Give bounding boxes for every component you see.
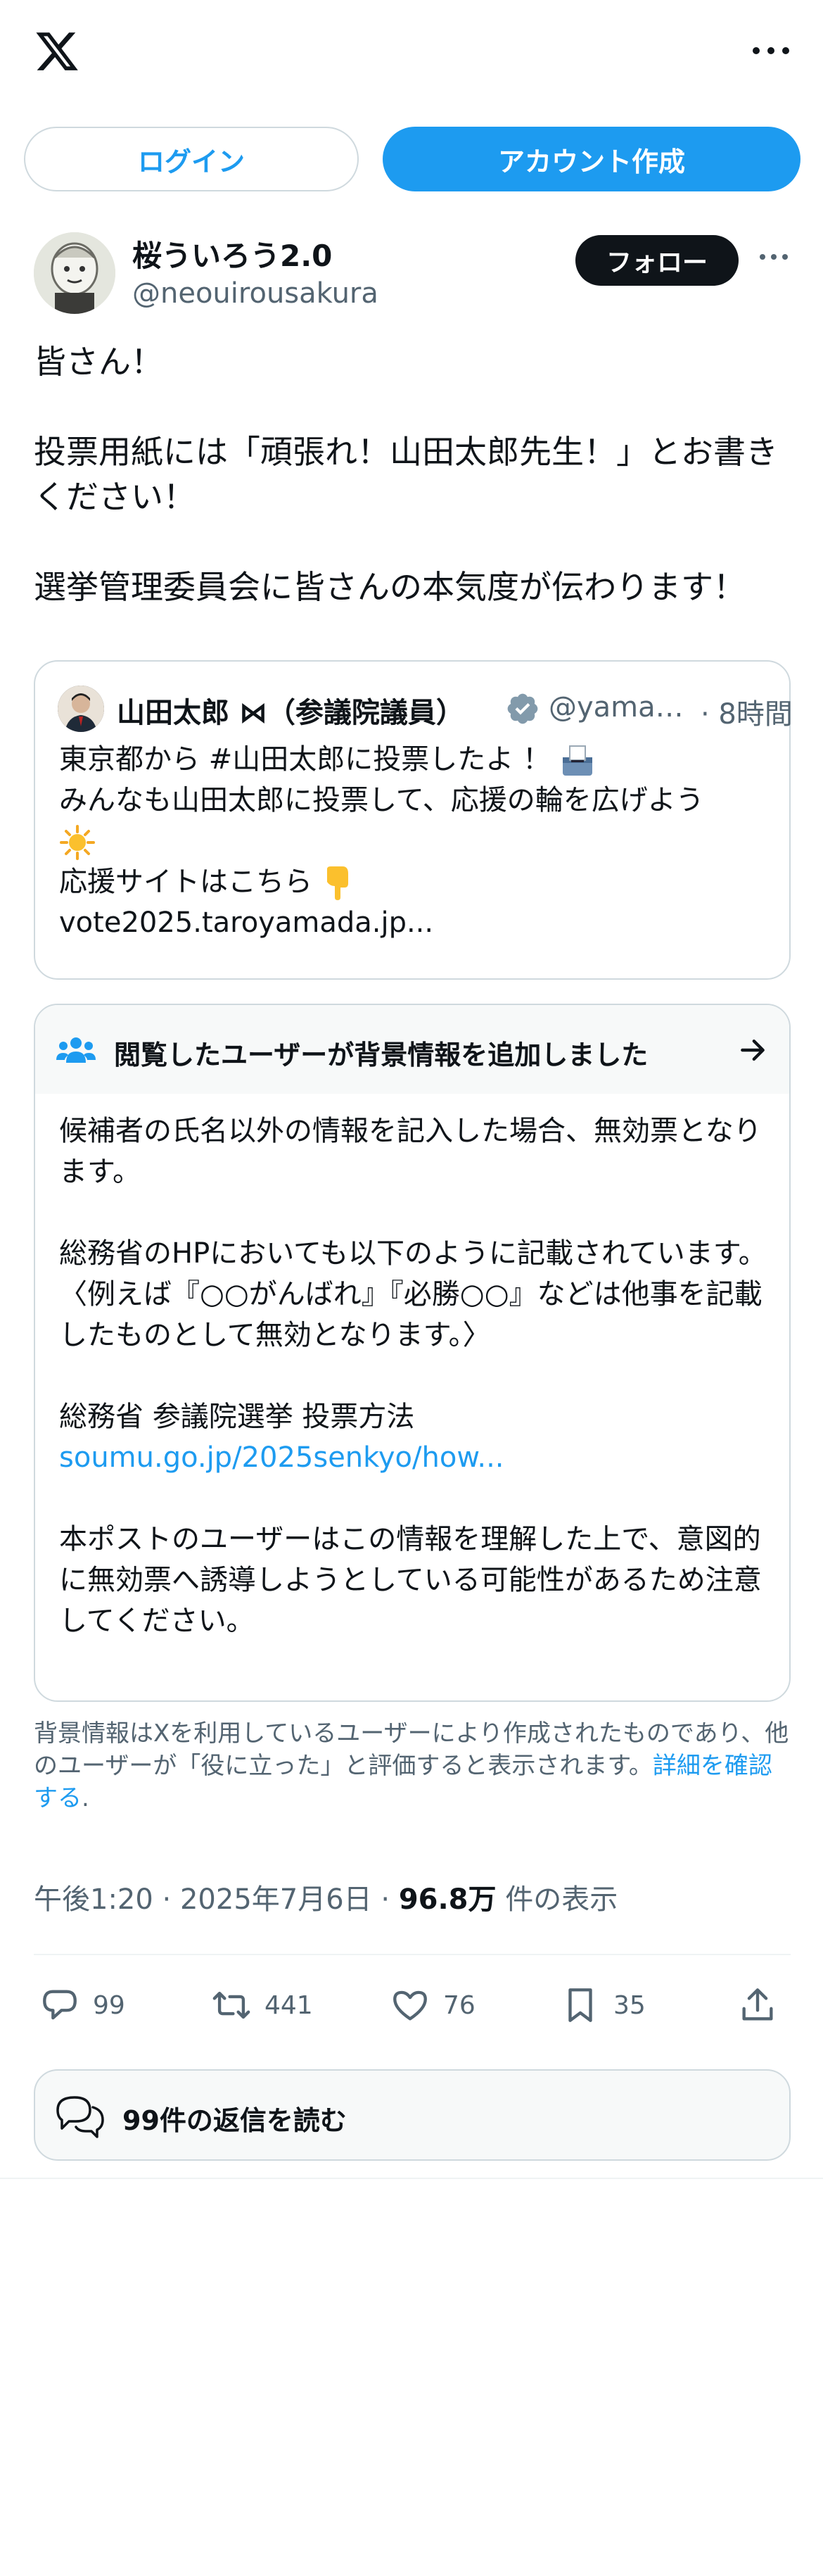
more-options-icon[interactable] [753, 39, 789, 62]
quoted-line-1: 東京都から #山田太郎に投票したよ ！ [59, 743, 551, 776]
quoted-author-handle[interactable]: @yamadataro43 [549, 691, 688, 724]
like-button[interactable]: 76 [390, 1975, 476, 2035]
quoted-link[interactable]: vote2025.taroyamada.jp... [59, 902, 763, 943]
note-source-link[interactable]: soumu.go.jp/2025senkyo/how... [59, 1437, 770, 1478]
community-note-header[interactable]: 閲覧したユーザーが背景情報を追加しました [35, 1005, 789, 1094]
note-paragraph: 〈例えば『○○がんばれ』『必勝○○』などは他事を記載したものとして無効となります… [59, 1278, 763, 1351]
bookmark-button[interactable]: 35 [560, 1975, 646, 2035]
share-icon [742, 1988, 773, 2021]
community-note: 閲覧したユーザーが背景情報を追加しました 候補者の氏名以外の情報を記入した場合、… [34, 1004, 791, 1702]
note-paragraph: 総務省のHPにおいても以下のように記載されています。 [59, 1237, 767, 1270]
quoted-post[interactable]: 山田太郎 ⋈（参議院議員） @yamadataro43 · 8時間 東京都から … [34, 660, 793, 980]
quoted-author-name[interactable]: 山田太郎 ⋈（参議院議員） [117, 690, 497, 731]
create-account-button[interactable]: アカウント作成 [383, 127, 800, 191]
action-bar: 99 441 76 35 [34, 1975, 791, 2035]
arrow-right-icon[interactable] [737, 1035, 768, 1066]
repost-count: 441 [264, 1990, 313, 2020]
read-replies-button[interactable]: 99件の返信を読む [34, 2069, 791, 2161]
view-suffix: 件の表示 [496, 1883, 618, 1916]
repost-icon [212, 1991, 250, 2019]
login-button[interactable]: ログイン [24, 127, 359, 191]
quoted-post-time[interactable]: · 8時間 [701, 691, 793, 732]
note-paragraph: 候補者の氏名以外の情報を記入した場合、無効票となります。 [59, 1115, 762, 1188]
users-icon [56, 1037, 96, 1063]
follow-button[interactable]: フォロー [575, 235, 739, 286]
post-timestamp[interactable]: 午後1:20 · 2025年7月6日 · [34, 1883, 399, 1916]
author-name[interactable]: 桜ういろう2.0 [132, 232, 332, 275]
divider [0, 2178, 823, 2179]
post-text: 皆さん！ 投票用紙には「頑張れ！山田太郎先生！」とお書きください！ 選挙管理委員… [34, 343, 778, 606]
disclaimer-period: . [82, 1784, 89, 1812]
ballot-box-icon [562, 745, 592, 776]
top-bar [0, 0, 823, 106]
pointing-down-icon [326, 866, 348, 900]
like-count: 76 [443, 1990, 476, 2020]
author-handle[interactable]: @neouirousakura [132, 277, 378, 310]
verified-badge-icon [507, 693, 538, 724]
sun-icon [60, 825, 95, 860]
replies-icon [56, 2096, 104, 2138]
share-button[interactable] [737, 1975, 791, 2035]
note-disclaimer: 背景情報はXを利用しているユーザーにより作成されたものであり、他のユーザーが「役… [34, 1717, 793, 1814]
repost-button[interactable]: 441 [211, 1975, 313, 2035]
note-paragraph: 総務省 参議院選挙 投票方法 [59, 1401, 415, 1433]
quoted-author-avatar[interactable] [58, 686, 104, 732]
bookmark-icon [568, 1988, 592, 2022]
read-replies-label: 99件の返信を読む [122, 2105, 347, 2136]
reply-button[interactable]: 99 [39, 1975, 125, 2035]
note-paragraph: 本ポストのユーザーはこの情報を理解した上で、意図的に無効票へ誘導しようとしている… [59, 1523, 762, 1637]
bookmark-count: 35 [613, 1990, 646, 2020]
community-note-title: 閲覧したユーザーが背景情報を追加しました [114, 1040, 649, 1071]
divider [34, 1954, 791, 1955]
author-avatar[interactable] [34, 232, 115, 314]
post-more-icon[interactable] [760, 252, 788, 262]
post-meta: 午後1:20 · 2025年7月6日 · 96.8万 件の表示 [34, 1876, 618, 1917]
reply-count: 99 [93, 1990, 125, 2020]
heart-icon [393, 1990, 427, 2021]
quoted-line-3: 応援サイトはこちら [59, 866, 312, 898]
x-logo-icon[interactable] [34, 28, 80, 75]
quoted-line-2: みんなも山田太郎に投票して、応援の輪を広げよう [59, 784, 704, 816]
reply-icon [43, 1990, 77, 2020]
view-count: 96.8万 [398, 1883, 497, 1916]
community-note-body: 候補者の氏名以外の情報を記入した場合、無効票となります。 総務省のHPにおいても… [59, 1111, 770, 1641]
quoted-post-text: 東京都から #山田太郎に投票したよ ！ みんなも山田太郎に投票して、応援の輪を広… [59, 739, 763, 943]
